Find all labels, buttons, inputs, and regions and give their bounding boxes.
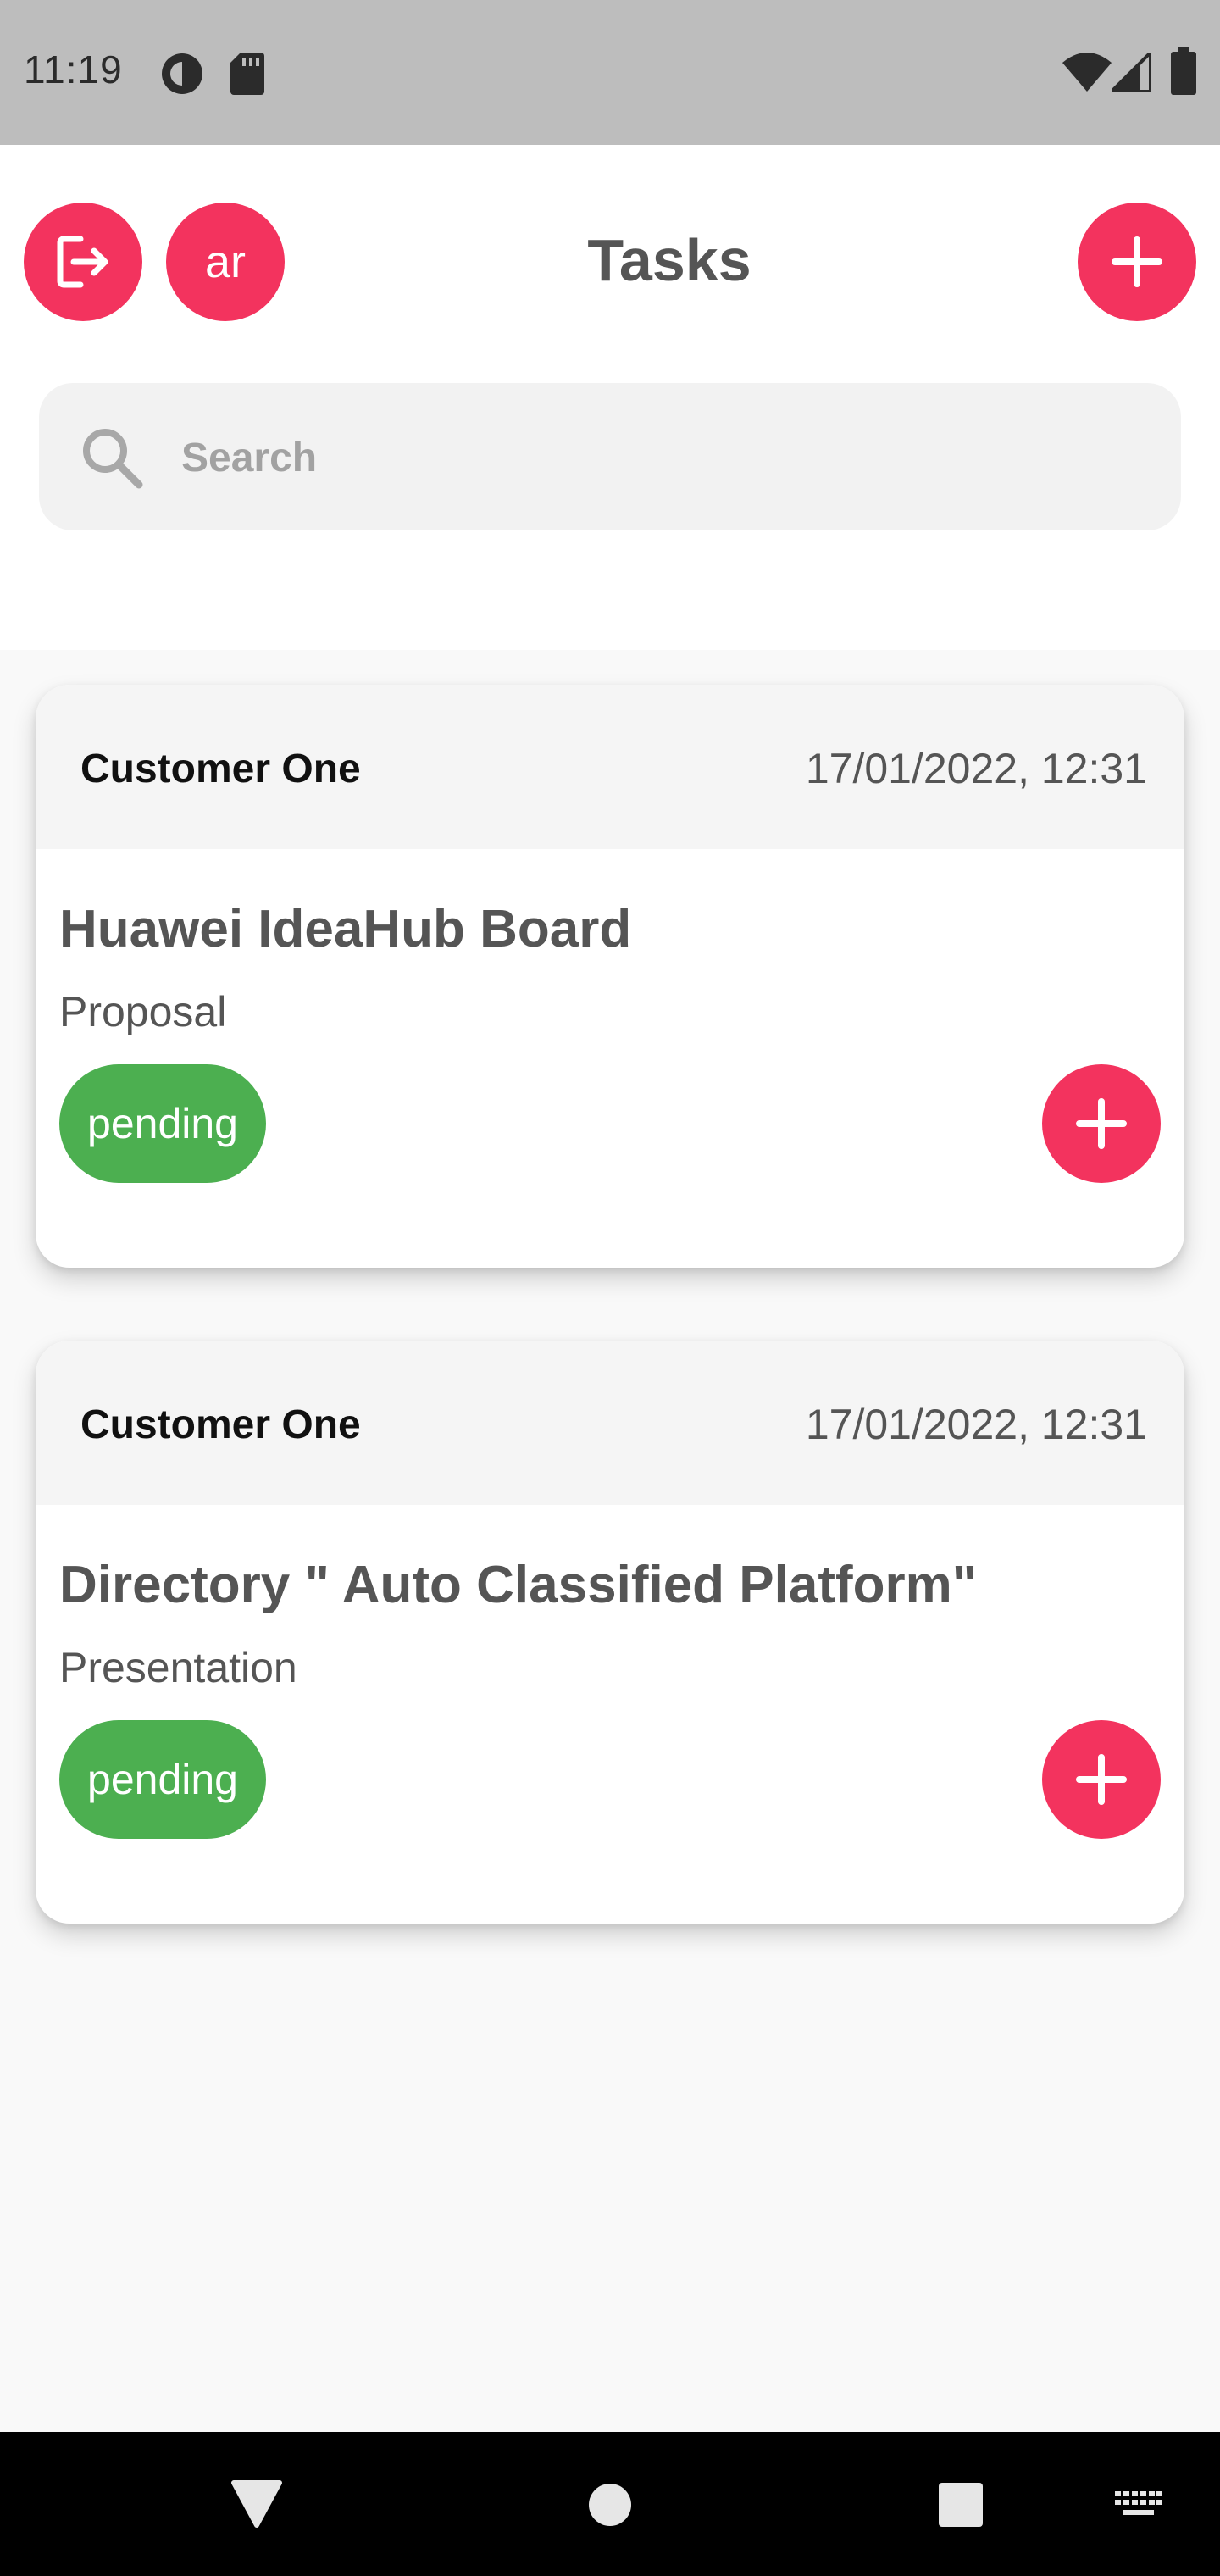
navigation-bar bbox=[0, 2432, 1220, 2576]
back-icon[interactable] bbox=[230, 2479, 283, 2529]
page-title: Tasks bbox=[587, 227, 751, 293]
status-badge: pending bbox=[59, 1064, 266, 1183]
battery-icon bbox=[1171, 47, 1196, 95]
plus-icon bbox=[1076, 1754, 1127, 1805]
task-customer: Customer One bbox=[80, 747, 361, 791]
logout-button[interactable] bbox=[24, 203, 142, 321]
language-label: ar bbox=[204, 236, 246, 287]
wifi-icon bbox=[1062, 53, 1112, 92]
home-icon[interactable] bbox=[588, 2483, 632, 2527]
task-title: Huawei IdeaHub Board bbox=[59, 900, 632, 958]
app-header: ar Tasks bbox=[0, 145, 1220, 650]
signal-icon bbox=[1112, 53, 1151, 92]
data-saver-icon bbox=[162, 53, 202, 94]
task-card-header: Customer One 17/01/2022, 12:31 bbox=[36, 685, 1184, 849]
task-add-button[interactable] bbox=[1042, 1064, 1161, 1183]
task-add-button[interactable] bbox=[1042, 1720, 1161, 1839]
task-card[interactable]: Customer One 17/01/2022, 12:31 Huawei Id… bbox=[36, 685, 1184, 1268]
plus-icon bbox=[1076, 1098, 1127, 1149]
task-date: 17/01/2022, 12:31 bbox=[805, 1401, 1147, 1448]
status-time: 11:19 bbox=[24, 47, 123, 92]
task-customer: Customer One bbox=[80, 1402, 361, 1447]
search-bar[interactable] bbox=[39, 383, 1181, 532]
logout-icon bbox=[57, 236, 108, 288]
task-date: 17/01/2022, 12:31 bbox=[805, 745, 1147, 792]
sd-card-icon bbox=[230, 53, 264, 95]
status-badge: pending bbox=[59, 1720, 266, 1839]
task-card-header: Customer One 17/01/2022, 12:31 bbox=[36, 1341, 1184, 1505]
search-icon bbox=[83, 429, 143, 489]
task-type: Presentation bbox=[59, 1644, 297, 1691]
recents-icon[interactable] bbox=[939, 2483, 983, 2527]
task-type: Proposal bbox=[59, 988, 227, 1035]
status-bar: 11:19 bbox=[0, 0, 1220, 145]
task-card[interactable]: Customer One 17/01/2022, 12:31 Directory… bbox=[36, 1341, 1184, 1924]
language-button[interactable]: ar bbox=[166, 203, 285, 321]
plus-icon bbox=[1112, 236, 1162, 287]
keyboard-icon[interactable] bbox=[1115, 2491, 1162, 2520]
add-task-button[interactable] bbox=[1078, 203, 1196, 321]
task-title: Directory " Auto Classified Platform" bbox=[59, 1556, 978, 1614]
search-input[interactable] bbox=[180, 383, 1149, 532]
